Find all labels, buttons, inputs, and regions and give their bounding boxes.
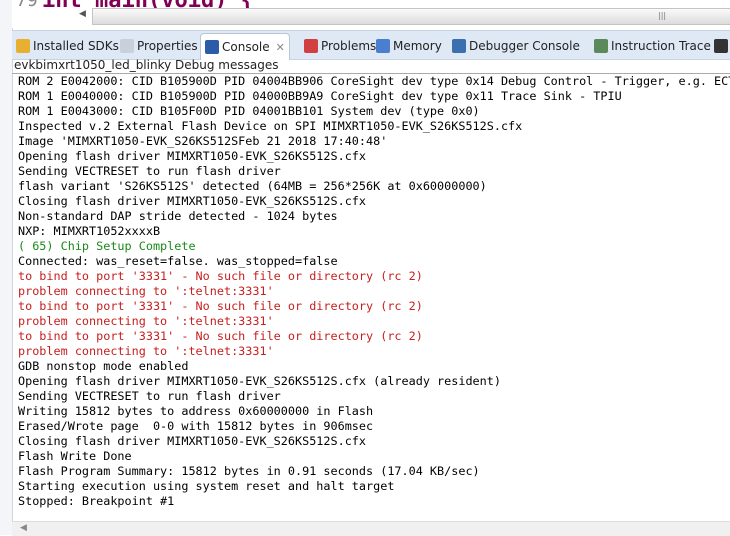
console-line: to bind to port '3331' - No such file or… [18, 269, 423, 283]
console-line: Non-standard DAP stride detected - 1024 … [18, 209, 338, 223]
console-horizontal-scrollbar[interactable]: ◀ [12, 521, 730, 536]
console-line: NXP: MIMXRT1052xxxxB [18, 224, 161, 238]
console-line: Flash Write Done [18, 449, 132, 463]
tab-properties[interactable]: Properties [120, 35, 198, 57]
console-line: Connected: was_reset=false. was_stopped=… [18, 254, 338, 268]
scroll-grip-icon[interactable]: ||| [658, 11, 666, 20]
console-line: to bind to port '3331' - No such file or… [18, 329, 423, 343]
console-line: Image 'MIMXRT1050-EVK_S26KS512SFeb 21 20… [18, 134, 388, 148]
tab-label: Installed SDKs [33, 39, 119, 53]
console-line: ROM 2 E0042000: CID B105900D PID 04004BB… [18, 74, 730, 88]
tab-instruction-trace[interactable]: Instruction Trace [594, 35, 711, 57]
console-line: ROM 1 E0040000: CID B105900D PID 04000BB… [18, 89, 622, 103]
console-line: Closing flash driver MIMXRT1050-EVK_S26K… [18, 434, 367, 448]
scroll-left-icon[interactable]: ◀ [20, 523, 27, 533]
console-line: Starting execution using system reset an… [18, 479, 395, 493]
tab-installed-sdks[interactable]: Installed SDKs [16, 35, 119, 57]
properties-icon [120, 39, 134, 53]
sdk-icon [16, 39, 30, 53]
tab-label: Debugger Console [469, 39, 580, 53]
console-line: ROM 1 E0043000: CID B105F00D PID 04001BB… [18, 104, 480, 118]
line-number: 79 [16, 0, 38, 11]
tab-label: Instruction Trace [611, 39, 711, 53]
code-editor[interactable]: 79 int main(void) { ◀ ||| [12, 0, 730, 28]
console-title: evkbimxrt1050_led_blinky Debug messages [14, 58, 279, 72]
memory-icon [376, 39, 390, 53]
console-line: Closing flash driver MIMXRT1050-EVK_S26K… [18, 194, 367, 208]
scroll-left-icon[interactable]: ◀ [79, 9, 86, 19]
console-line: Sending VECTRESET to run flash driver [18, 164, 281, 178]
console-icon [205, 40, 219, 54]
console-line: problem connecting to ':telnet:3331' [18, 344, 274, 358]
console-line: Inspected v.2 External Flash Device on S… [18, 119, 523, 133]
console-line: Erased/Wrote page 0-0 with 15812 bytes i… [18, 419, 374, 433]
tab-label: Properties [137, 39, 198, 53]
close-icon[interactable]: ✕ [276, 41, 285, 54]
tab-label: Console [222, 40, 270, 54]
problems-icon [304, 39, 318, 53]
tab-label: Memory [393, 39, 442, 53]
tab-debugger-console[interactable]: Debugger Console [452, 35, 580, 57]
console-line: Opening flash driver MIMXRT1050-EVK_S26K… [18, 374, 501, 388]
console-line: Opening flash driver MIMXRT1050-EVK_S26K… [18, 149, 367, 163]
tab-problems[interactable]: Problems [304, 35, 376, 57]
console-line: Stopped: Breakpoint #1 [18, 494, 175, 508]
console-line: to bind to port '3331' - No such file or… [18, 299, 423, 313]
tab-po[interactable]: Po [714, 35, 730, 57]
tab-label: Problems [321, 39, 377, 53]
power-icon [714, 39, 728, 53]
console-line: flash variant 'S26KS512S' detected (64MB… [18, 179, 487, 193]
debugger-console-icon [452, 39, 466, 53]
console-line: problem connecting to ':telnet:3331' [18, 314, 274, 328]
console-line: Sending VECTRESET to run flash driver [18, 389, 281, 403]
console-line: Writing 15812 bytes to address 0x6000000… [18, 404, 374, 418]
console-line: Flash Program Summary: 15812 bytes in 0.… [18, 464, 480, 478]
instruction-trace-icon [594, 39, 608, 53]
editor-horizontal-scrollbar[interactable]: ◀ ||| [79, 8, 730, 25]
console-line: ( 65) Chip Setup Complete [18, 239, 196, 253]
view-tab-bar: Installed SDKs Properties Console ✕ Problems… [12, 30, 730, 60]
tab-console[interactable]: Console ✕ [200, 33, 290, 60]
console-output[interactable]: ROM 2 E0042000: CID B105900D PID 04004BB… [12, 73, 730, 524]
tab-memory[interactable]: Memory [376, 35, 442, 57]
console-line: problem connecting to ':telnet:3331' [18, 284, 274, 298]
console-line: GDB nonstop mode enabled [18, 359, 189, 373]
